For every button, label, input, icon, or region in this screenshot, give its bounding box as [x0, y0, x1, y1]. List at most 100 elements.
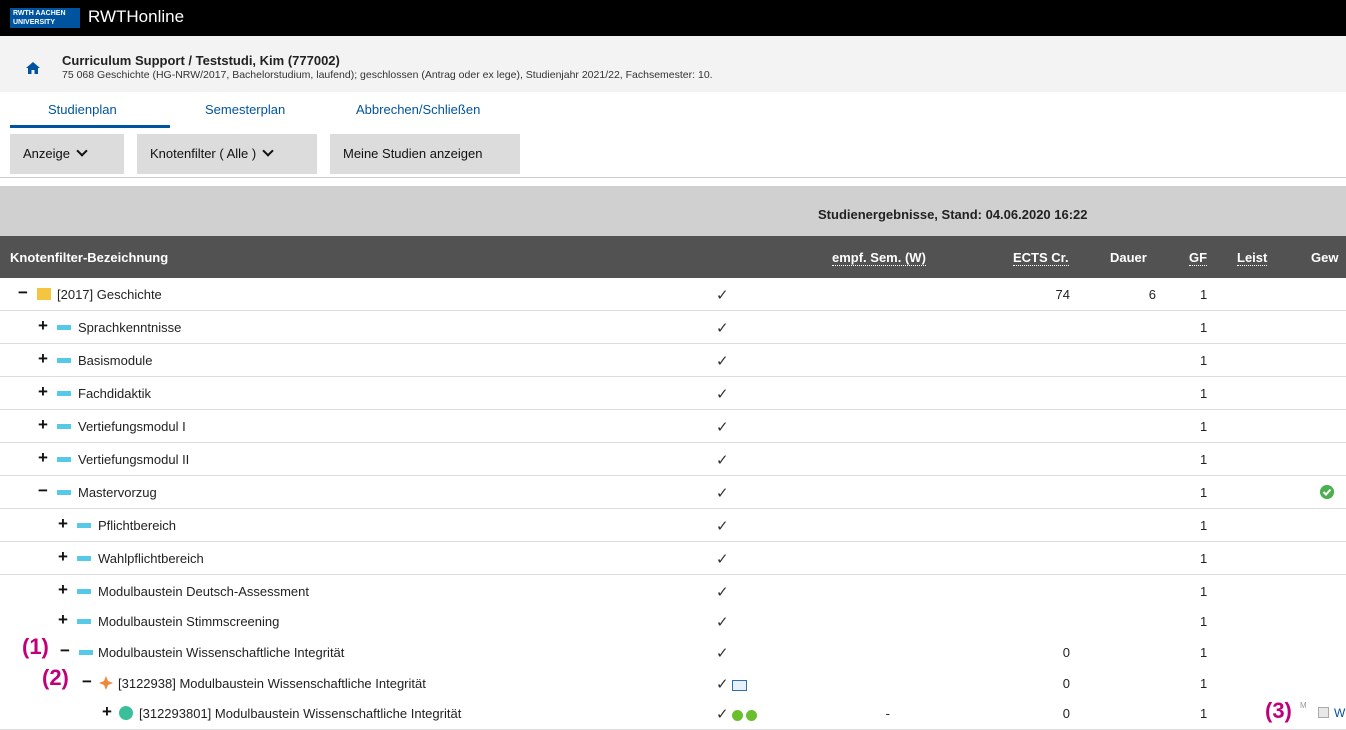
collapse-toggle[interactable]: − — [60, 642, 70, 659]
gew-link[interactable]: W — [1334, 706, 1345, 720]
empf-value: - — [885, 706, 890, 721]
table-row: + Modulbaustein Stimmscreening ✓ 1 — [0, 605, 1346, 638]
collapse-toggle[interactable]: − — [82, 673, 92, 690]
checkmark-icon: ✓ — [716, 485, 729, 502]
checkmark-icon: ✓ — [716, 551, 729, 568]
row-label[interactable]: Wahlpflichtbereich — [98, 551, 204, 566]
results-band: Studienergebnisse, Stand: 04.06.2020 16:… — [0, 186, 1346, 236]
expand-toggle[interactable]: + — [58, 611, 68, 628]
context-subtitle: 75 068 Geschichte (HG-NRW/2017, Bachelor… — [62, 69, 713, 81]
expand-toggle[interactable]: + — [38, 350, 48, 367]
logo-line-2: UNIVERSITY — [13, 19, 56, 26]
tab-bar: Studienplan Semesterplan Abbrechen/Schli… — [0, 92, 1346, 128]
context-header: Curriculum Support / Teststudi, Kim (777… — [0, 36, 1346, 92]
exam-node-icon — [119, 706, 133, 720]
checkmark-icon: ✓ — [716, 452, 729, 469]
checkmark-icon: ✓ — [716, 705, 757, 723]
checkmark-icon: ✓ — [716, 419, 729, 436]
checkmark-icon: ✓ — [716, 353, 729, 370]
completed-check-icon — [1320, 485, 1334, 499]
anzeige-button[interactable]: Anzeige — [10, 134, 124, 174]
col-empf[interactable]: empf. Sem. (W) — [832, 250, 926, 266]
module-node-icon — [77, 523, 91, 528]
top-bar: RWTH AACHEN UNIVERSITY RWTHonline — [0, 0, 1346, 36]
col-name: Knotenfilter-Bezeichnung — [10, 250, 169, 265]
expand-toggle[interactable]: + — [58, 581, 68, 598]
anzeige-label: Anzeige — [23, 146, 70, 161]
row-label[interactable]: Modulbaustein Wissenschaftliche Integrit… — [98, 645, 344, 660]
table-row: + Vertiefungsmodul II ✓ 1 — [0, 443, 1346, 476]
toolbar: Anzeige Knotenfilter ( Alle ) Meine Stud… — [0, 128, 1346, 178]
table-header: Knotenfilter-Bezeichnung empf. Sem. (W) … — [0, 236, 1346, 278]
tab-abbrechen[interactable]: Abbrechen/Schließen — [356, 102, 480, 117]
col-gew: Gew — [1311, 250, 1339, 265]
tab-studienplan[interactable]: Studienplan — [48, 102, 117, 117]
table-row: + Wahlpflichtbereich ✓ 1 — [0, 542, 1346, 575]
row-label[interactable]: Mastervorzug — [78, 485, 157, 500]
meine-studien-label: Meine Studien anzeigen — [343, 146, 483, 161]
expand-toggle[interactable]: + — [58, 515, 68, 532]
book-icon[interactable] — [731, 679, 747, 691]
row-label[interactable]: [312293801] Modulbaustein Wissenschaftli… — [139, 706, 461, 721]
tab-semesterplan[interactable]: Semesterplan — [205, 102, 285, 117]
expand-toggle[interactable]: + — [38, 416, 48, 433]
row-label[interactable]: Modulbaustein Stimmscreening — [98, 614, 279, 629]
knotenfilter-button[interactable]: Knotenfilter ( Alle ) — [137, 134, 317, 174]
row-label[interactable]: Vertiefungsmodul I — [78, 419, 186, 434]
download-icon[interactable] — [745, 709, 757, 721]
expand-toggle[interactable]: + — [38, 449, 48, 466]
info-icon[interactable] — [731, 709, 743, 721]
curriculum-node-icon — [37, 288, 51, 300]
row-label[interactable]: [2017] Geschichte — [57, 287, 162, 302]
ects-value: 0 — [1062, 676, 1070, 691]
row-label[interactable]: Sprachkenntnisse — [78, 320, 181, 335]
context-title: Curriculum Support / Teststudi, Kim (777… — [62, 53, 340, 68]
module-node-icon — [57, 325, 71, 330]
col-gf[interactable]: GF — [1189, 250, 1208, 266]
module-node-icon — [57, 391, 71, 396]
meine-studien-button[interactable]: Meine Studien anzeigen — [330, 134, 520, 174]
expand-toggle[interactable]: + — [58, 548, 68, 565]
gf-value: 1 — [1200, 353, 1208, 368]
expand-toggle[interactable]: + — [38, 317, 48, 334]
row-label[interactable]: Vertiefungsmodul II — [78, 452, 189, 467]
row-label[interactable]: Basismodule — [78, 353, 152, 368]
table-row: + Vertiefungsmodul I ✓ 1 — [0, 410, 1346, 443]
col-leist[interactable]: Leist — [1237, 250, 1268, 266]
chevron-down-icon — [76, 145, 88, 157]
module-node-icon — [77, 619, 91, 624]
expand-toggle[interactable]: + — [38, 383, 48, 400]
module-node-icon — [57, 358, 71, 363]
checkbox-icon[interactable] — [1318, 707, 1329, 718]
ects-value: 74 — [1055, 287, 1070, 302]
course-node-icon — [99, 676, 113, 690]
annotation-2: (2) — [42, 665, 69, 690]
module-node-icon — [77, 589, 91, 594]
home-icon[interactable] — [26, 62, 40, 74]
table-row: − Mastervorzug ✓ 1 — [0, 476, 1346, 509]
col-ects[interactable]: ECTS Cr. — [1013, 250, 1069, 266]
dauer-value: 6 — [1148, 287, 1156, 302]
collapse-toggle[interactable]: − — [18, 284, 28, 301]
checkmark-icon: ✓ — [716, 320, 729, 337]
module-node-icon — [77, 556, 91, 561]
checkmark-icon: ✓ — [716, 614, 729, 631]
rwth-logo[interactable]: RWTH AACHEN UNIVERSITY — [10, 8, 80, 28]
gf-value: 1 — [1200, 485, 1208, 500]
gf-value: 1 — [1200, 645, 1208, 660]
row-label[interactable]: Modulbaustein Deutsch-Assessment — [98, 584, 309, 599]
collapse-toggle[interactable]: − — [38, 482, 48, 499]
table-row: + Modulbaustein Deutsch-Assessment ✓ 1 — [0, 575, 1346, 608]
gf-value: 1 — [1200, 614, 1208, 629]
expand-toggle[interactable]: + — [102, 703, 112, 720]
table-row: + Fachdidaktik ✓ 1 — [0, 377, 1346, 410]
leist-marker: M — [1300, 701, 1307, 710]
table-row: + Basismodule ✓ 1 — [0, 344, 1346, 377]
row-label[interactable]: [3122938] Modulbaustein Wissenschaftlich… — [118, 676, 426, 691]
gf-value: 1 — [1200, 706, 1208, 721]
checkmark-icon: ✓ — [716, 386, 729, 403]
row-label[interactable]: Fachdidaktik — [78, 386, 151, 401]
row-label[interactable]: Pflichtbereich — [98, 518, 176, 533]
table-row: + Sprachkenntnisse ✓ 1 — [0, 311, 1346, 344]
app-name[interactable]: RWTHonline — [88, 7, 184, 27]
